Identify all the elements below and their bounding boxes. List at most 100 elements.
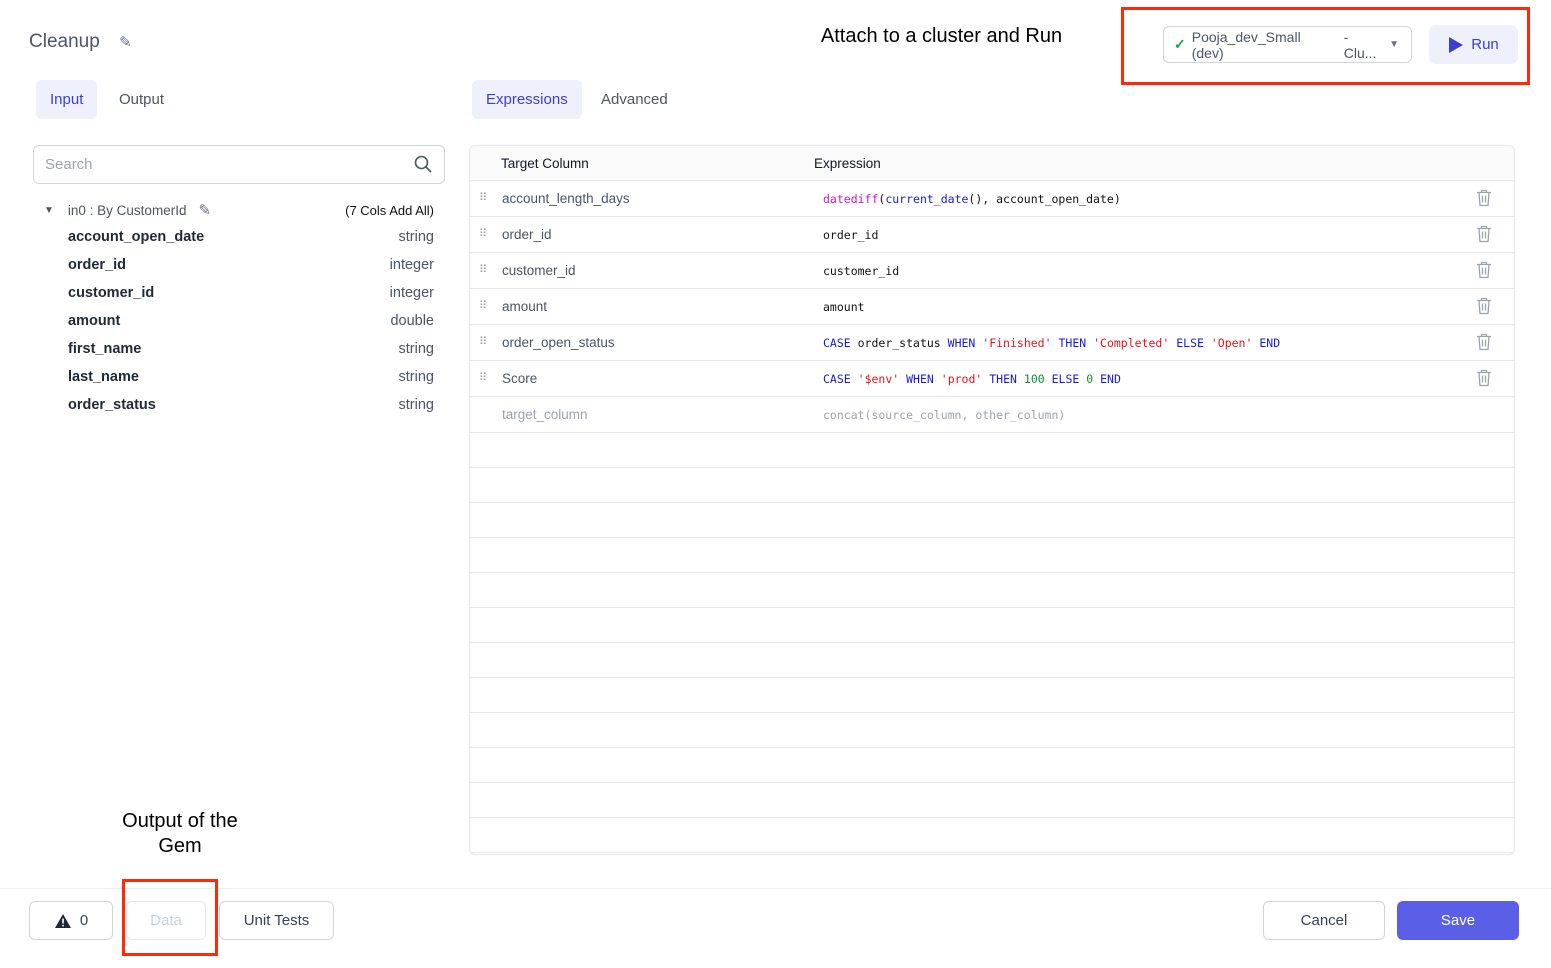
drag-handle-icon[interactable]: ⠿ — [479, 371, 487, 384]
trash-icon[interactable] — [1476, 261, 1492, 282]
expression-cell[interactable]: amount — [823, 300, 865, 314]
code-token-kw: WHEN — [947, 336, 976, 350]
empty-row — [470, 503, 1514, 538]
code-token-str: 'prod' — [940, 372, 983, 386]
warning-count: 0 — [79, 912, 89, 929]
trash-icon[interactable] — [1476, 369, 1492, 390]
code-token-plain: customer_id — [823, 264, 900, 278]
input-group-header: ▼ in0 : By CustomerId ✎ (7 Cols Add All) — [44, 201, 434, 219]
field-name: first_name — [68, 341, 142, 357]
target-column-cell[interactable]: order_id — [502, 227, 552, 242]
search-box — [33, 145, 445, 184]
tab-expressions[interactable]: Expressions — [472, 80, 582, 119]
code-token-kw: WHEN — [906, 372, 934, 386]
tab-advanced[interactable]: Advanced — [587, 80, 682, 119]
expression-cell[interactable]: CASE order_status WHEN 'Finished' THEN '… — [823, 336, 1280, 350]
trash-icon[interactable] — [1476, 189, 1492, 210]
check-icon: ✓ — [1174, 36, 1186, 52]
field-type: string — [398, 341, 434, 357]
annotation-box-data — [122, 879, 218, 956]
target-column-placeholder[interactable]: target_column — [502, 407, 588, 422]
table-row: ⠿ order_id order_id — [470, 217, 1514, 253]
edit-port-pencil-icon[interactable]: ✎ — [198, 201, 211, 219]
cluster-select[interactable]: ✓ Pooja_dev_Small (dev) - Clu... ▼ — [1163, 26, 1412, 63]
run-button[interactable]: Run — [1429, 25, 1518, 64]
field-name: order_status — [68, 397, 156, 413]
expression-placeholder[interactable]: concat(source_column, other_column) — [823, 408, 1065, 422]
tab-input[interactable]: Input — [36, 80, 98, 119]
cancel-button[interactable]: Cancel — [1263, 901, 1385, 940]
trash-icon[interactable] — [1476, 333, 1492, 354]
empty-row — [470, 608, 1514, 643]
empty-row — [470, 643, 1514, 678]
table-row: ⠿ order_open_status CASE order_status WHEN… — [470, 325, 1514, 361]
target-column-cell[interactable]: customer_id — [502, 263, 576, 278]
empty-row — [470, 573, 1514, 608]
drag-handle-icon[interactable]: ⠿ — [479, 191, 487, 204]
field-item[interactable]: amount double — [68, 307, 434, 335]
search-icon[interactable] — [414, 155, 432, 173]
target-column-cell[interactable]: account_length_days — [502, 191, 630, 206]
drag-handle-icon[interactable]: ⠿ — [479, 263, 487, 276]
field-item[interactable]: first_name string — [68, 335, 434, 363]
drag-handle-icon[interactable]: ⠿ — [479, 299, 487, 312]
code-token-str: 'Open' — [1210, 336, 1253, 350]
collapse-caret-icon[interactable]: ▼ — [44, 205, 54, 216]
code-token-str: 'Finished' — [982, 336, 1052, 350]
field-item[interactable]: customer_id integer — [68, 279, 434, 307]
code-token-kw: CASE — [823, 336, 851, 350]
run-label: Run — [1471, 36, 1499, 53]
target-column-cell[interactable]: amount — [502, 299, 547, 314]
target-column-cell[interactable]: order_open_status — [502, 335, 615, 350]
field-type: string — [398, 397, 434, 413]
empty-row — [470, 783, 1514, 818]
expression-cell[interactable]: CASE '$env' WHEN 'prod' THEN 100 ELSE 0 … — [823, 372, 1121, 386]
table-row: ⠿ account_length_days datediff(current_dat… — [470, 181, 1514, 217]
code-token-plain: amount — [823, 300, 865, 314]
code-token-kw: ELSE — [1051, 372, 1080, 386]
trash-icon[interactable] — [1476, 225, 1492, 246]
cluster-name: Pooja_dev_Small (dev) — [1191, 28, 1301, 61]
drag-handle-icon[interactable]: ⠿ — [479, 227, 487, 240]
field-item[interactable]: order_id integer — [68, 251, 434, 279]
empty-row — [470, 433, 1514, 468]
field-type: integer — [389, 257, 434, 273]
expressions-table: Target Column Expression ⠿ account_length… — [469, 145, 1515, 855]
table-row: ⠿ customer_id customer_id — [470, 253, 1514, 289]
add-all-button[interactable]: (7 Cols Add All) — [345, 203, 434, 218]
footer-divider — [0, 888, 1551, 889]
header-target-column: Target Column — [501, 155, 589, 171]
field-item[interactable]: last_name string — [68, 363, 434, 391]
field-item[interactable]: order_status string — [68, 391, 434, 419]
code-token-num: 100 — [1023, 372, 1045, 386]
code-token-kw: END — [1259, 336, 1281, 350]
expression-cell[interactable]: customer_id — [823, 264, 899, 278]
target-column-cell[interactable]: Score — [502, 371, 537, 386]
expression-cell[interactable]: order_id — [823, 228, 878, 242]
search-input[interactable] — [34, 146, 394, 183]
diagnostics-button[interactable]: 0 — [29, 901, 113, 940]
expression-cell[interactable]: datediff(current_date(), account_open_da… — [823, 192, 1121, 206]
input-group-label: in0 : By CustomerId — [67, 202, 187, 218]
save-button[interactable]: Save — [1397, 901, 1519, 940]
field-item[interactable]: account_open_date string — [68, 223, 434, 251]
drag-handle-icon[interactable]: ⠿ — [479, 335, 487, 348]
code-token-plain: order_id — [823, 228, 879, 242]
table-row: ⠿ amount amount — [470, 289, 1514, 325]
tab-output[interactable]: Output — [105, 80, 178, 119]
field-type: integer — [389, 285, 434, 301]
code-token-str: 'Completed' — [1093, 336, 1170, 350]
field-name: amount — [68, 313, 121, 329]
empty-row — [470, 678, 1514, 713]
unit-tests-button[interactable]: Unit Tests — [219, 901, 334, 940]
trash-icon[interactable] — [1476, 297, 1492, 318]
empty-row — [470, 748, 1514, 783]
code-token-func: datediff — [823, 192, 879, 206]
gem-name: Cleanup — [29, 31, 100, 52]
edit-title-pencil-icon[interactable]: ✎ — [119, 34, 132, 51]
field-type: string — [398, 229, 434, 245]
field-type: double — [390, 313, 434, 329]
placeholder-row[interactable]: target_column concat(source_column, othe… — [470, 397, 1514, 433]
